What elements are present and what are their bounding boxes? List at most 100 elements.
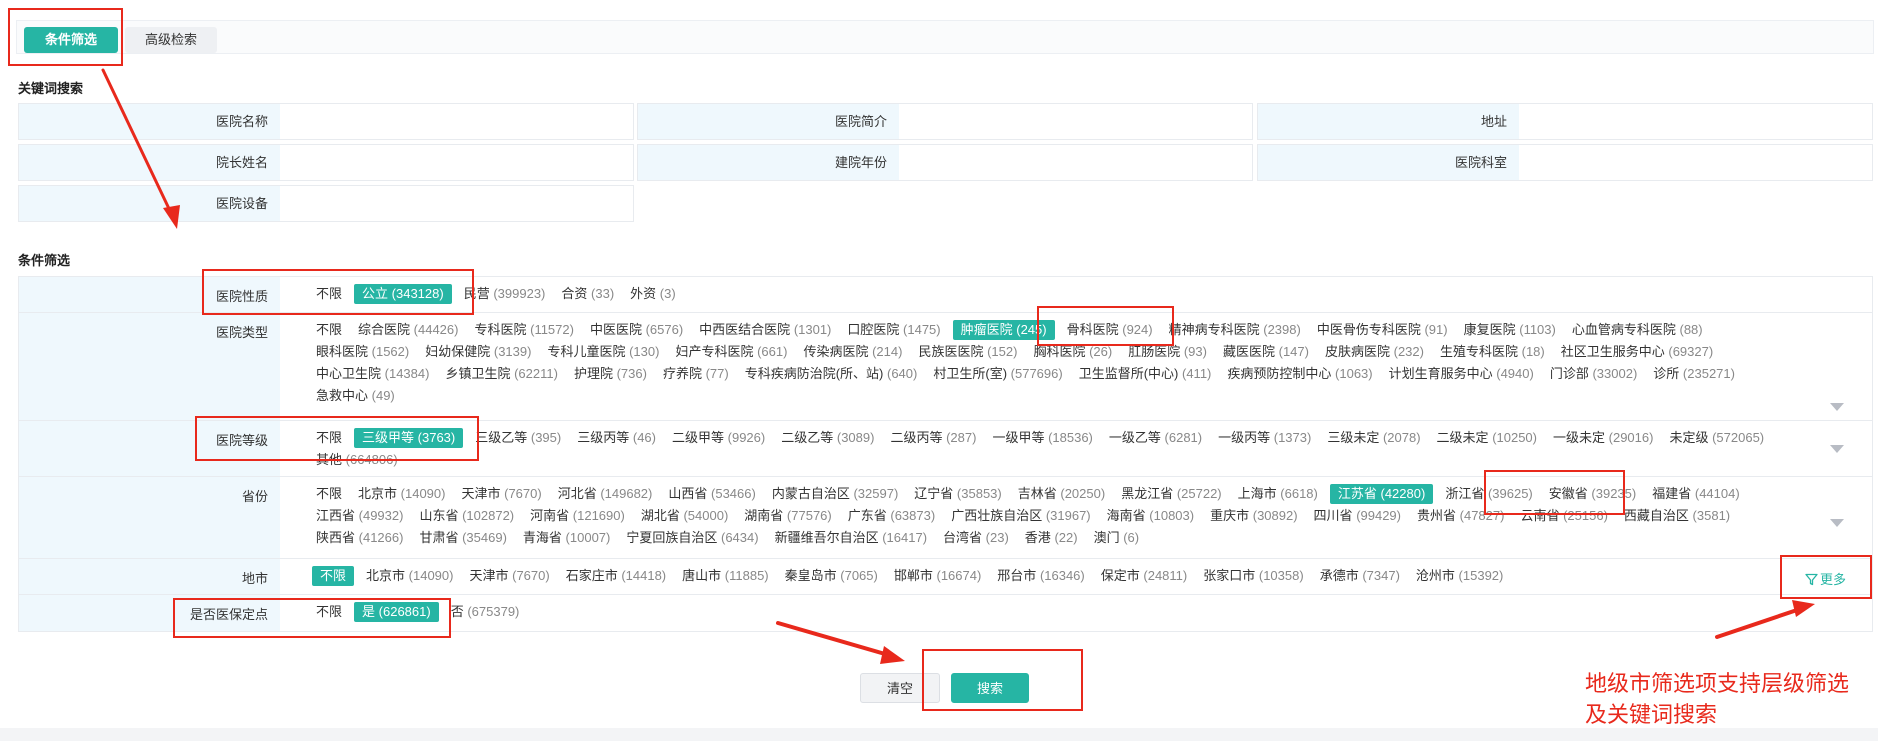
filter-option[interactable]: 青海省 (10007): [519, 528, 614, 548]
filter-option[interactable]: 广西壮族自治区 (31967): [947, 506, 1094, 526]
filter-option[interactable]: 二级乙等 (3089): [777, 428, 878, 448]
filter-option[interactable]: 三级未定 (2078): [1323, 428, 1424, 448]
filter-option[interactable]: 台湾省 (23): [939, 528, 1013, 548]
filter-option[interactable]: 生殖专科医院 (18): [1436, 342, 1549, 362]
filter-option[interactable]: 不限: [312, 284, 346, 304]
filter-option[interactable]: 不限: [312, 566, 355, 586]
filter-option[interactable]: 专科疾病防治院(所、站) (640): [741, 364, 922, 384]
filter-option[interactable]: 承德市 (7347): [1316, 566, 1404, 586]
founded-year-input[interactable]: [899, 145, 1252, 180]
filter-option[interactable]: 内蒙古自治区 (32597): [768, 484, 902, 504]
filter-option[interactable]: 秦皇岛市 (7065): [781, 566, 882, 586]
filter-option[interactable]: 吉林省 (20250): [1014, 484, 1109, 504]
filter-option[interactable]: 藏医医院 (147): [1219, 342, 1313, 362]
filter-option[interactable]: 皮肤病医院 (232): [1321, 342, 1428, 362]
filter-option[interactable]: 四川省 (99429): [1310, 506, 1405, 526]
chevron-down-icon[interactable]: [1830, 519, 1844, 527]
filter-option[interactable]: 疗养院 (77): [659, 364, 733, 384]
filter-option[interactable]: 天津市 (7670): [457, 484, 545, 504]
filter-option[interactable]: 新疆维吾尔自治区 (16417): [771, 528, 931, 548]
director-name-input[interactable]: [280, 145, 633, 180]
filter-option[interactable]: 专科儿童医院 (130): [543, 342, 663, 362]
filter-option[interactable]: 其他 (664806): [312, 450, 402, 470]
filter-option[interactable]: 否 (675379): [447, 602, 524, 622]
filter-option[interactable]: 中医医院 (6576): [586, 320, 687, 340]
tab-advanced-search[interactable]: 高级检索: [125, 27, 217, 53]
clear-button[interactable]: 清空: [860, 673, 940, 703]
filter-option[interactable]: 保定市 (24811): [1097, 566, 1191, 586]
tab-condition-filter[interactable]: 条件筛选: [24, 27, 118, 53]
filter-option[interactable]: 合资 (33): [557, 284, 618, 304]
filter-option[interactable]: 精神病专科医院 (2398): [1165, 320, 1305, 340]
filter-option[interactable]: 唐山市 (11885): [678, 566, 772, 586]
filter-option[interactable]: 专科医院 (11572): [470, 320, 577, 340]
filter-option[interactable]: 不限: [312, 602, 346, 622]
filter-option[interactable]: 疾病预防控制中心 (1063): [1223, 364, 1376, 384]
filter-option[interactable]: 中心卫生院 (14384): [312, 364, 433, 384]
filter-option[interactable]: 安徽省 (39235): [1545, 484, 1640, 504]
filter-option[interactable]: 湖南省 (77576): [740, 506, 835, 526]
filter-option[interactable]: 二级未定 (10250): [1433, 428, 1541, 448]
filter-option[interactable]: 北京市 (14090): [354, 484, 449, 504]
filter-option[interactable]: 澳门 (6): [1090, 528, 1144, 548]
filter-option[interactable]: 村卫生所(室) (577696): [929, 364, 1066, 384]
filter-option[interactable]: 辽宁省 (35853): [910, 484, 1005, 504]
equipment-input[interactable]: [280, 186, 633, 221]
filter-option[interactable]: 福建省 (44104): [1648, 484, 1743, 504]
filter-option[interactable]: 黑龙江省 (25722): [1117, 484, 1225, 504]
filter-option[interactable]: 江苏省 (42280): [1329, 484, 1434, 504]
filter-option[interactable]: 外资 (3): [626, 284, 680, 304]
filter-option[interactable]: 邯郸市 (16674): [890, 566, 985, 586]
hospital-name-input[interactable]: [280, 104, 633, 139]
filter-option[interactable]: 民营 (399923): [460, 284, 550, 304]
filter-option[interactable]: 综合医院 (44426): [354, 320, 462, 340]
filter-option[interactable]: 康复医院 (1103): [1460, 320, 1560, 340]
filter-option[interactable]: 三级丙等 (46): [573, 428, 660, 448]
filter-option[interactable]: 传染病医院 (214): [799, 342, 906, 362]
filter-option[interactable]: 河南省 (121690): [526, 506, 629, 526]
departments-input[interactable]: [1519, 145, 1872, 180]
chevron-down-icon[interactable]: [1830, 403, 1844, 411]
filter-option[interactable]: 广东省 (63873): [844, 506, 939, 526]
more-cities-button[interactable]: 更多: [1805, 569, 1846, 588]
filter-option[interactable]: 口腔医院 (1475): [843, 320, 944, 340]
filter-option[interactable]: 天津市 (7670): [465, 566, 553, 586]
filter-option[interactable]: 不限: [312, 320, 346, 340]
filter-option[interactable]: 江西省 (49932): [312, 506, 407, 526]
filter-option[interactable]: 一级丙等 (1373): [1214, 428, 1315, 448]
filter-option[interactable]: 妇产专科医院 (661): [671, 342, 791, 362]
filter-option[interactable]: 一级甲等 (18536): [988, 428, 1096, 448]
filter-option[interactable]: 一级乙等 (6281): [1105, 428, 1206, 448]
filter-option[interactable]: 护理院 (736): [570, 364, 651, 384]
filter-option[interactable]: 上海市 (6618): [1234, 484, 1322, 504]
filter-option[interactable]: 乡镇卫生院 (62211): [441, 364, 561, 384]
filter-option[interactable]: 门诊部 (33002): [1546, 364, 1641, 384]
address-input[interactable]: [1519, 104, 1872, 139]
filter-option[interactable]: 三级乙等 (395): [471, 428, 565, 448]
filter-option[interactable]: 诊所 (235271): [1649, 364, 1739, 384]
filter-option[interactable]: 二级甲等 (9926): [668, 428, 769, 448]
filter-option[interactable]: 宁夏回族自治区 (6434): [622, 528, 762, 548]
filter-option[interactable]: 卫生监督所(中心) (411): [1075, 364, 1216, 384]
filter-option[interactable]: 肛肠医院 (93): [1124, 342, 1211, 362]
filter-option[interactable]: 张家口市 (10358): [1199, 566, 1307, 586]
filter-option[interactable]: 中西医结合医院 (1301): [695, 320, 835, 340]
filter-option[interactable]: 山东省 (102872): [415, 506, 518, 526]
filter-option[interactable]: 眼科医院 (1562): [312, 342, 413, 362]
filter-option[interactable]: 浙江省 (39625): [1441, 484, 1536, 504]
filter-option[interactable]: 骨科医院 (924): [1063, 320, 1157, 340]
hospital-intro-input[interactable]: [899, 104, 1252, 139]
filter-option[interactable]: 山西省 (53466): [664, 484, 759, 504]
filter-option[interactable]: 西藏自治区 (3581): [1620, 506, 1734, 526]
filter-option[interactable]: 心血管病专科医院 (88): [1568, 320, 1707, 340]
filter-option[interactable]: 肿瘤医院 (245): [952, 320, 1055, 340]
search-button[interactable]: 搜索: [951, 673, 1029, 703]
filter-option[interactable]: 急救中心 (49): [312, 386, 399, 406]
filter-option[interactable]: 湖北省 (54000): [637, 506, 732, 526]
filter-option[interactable]: 海南省 (10803): [1103, 506, 1198, 526]
filter-option[interactable]: 民族医医院 (152): [914, 342, 1021, 362]
filter-option[interactable]: 妇幼保健院 (3139): [421, 342, 535, 362]
filter-option[interactable]: 中医骨伤专科医院 (91): [1313, 320, 1452, 340]
filter-option[interactable]: 北京市 (14090): [362, 566, 457, 586]
filter-option[interactable]: 不限: [312, 484, 346, 504]
